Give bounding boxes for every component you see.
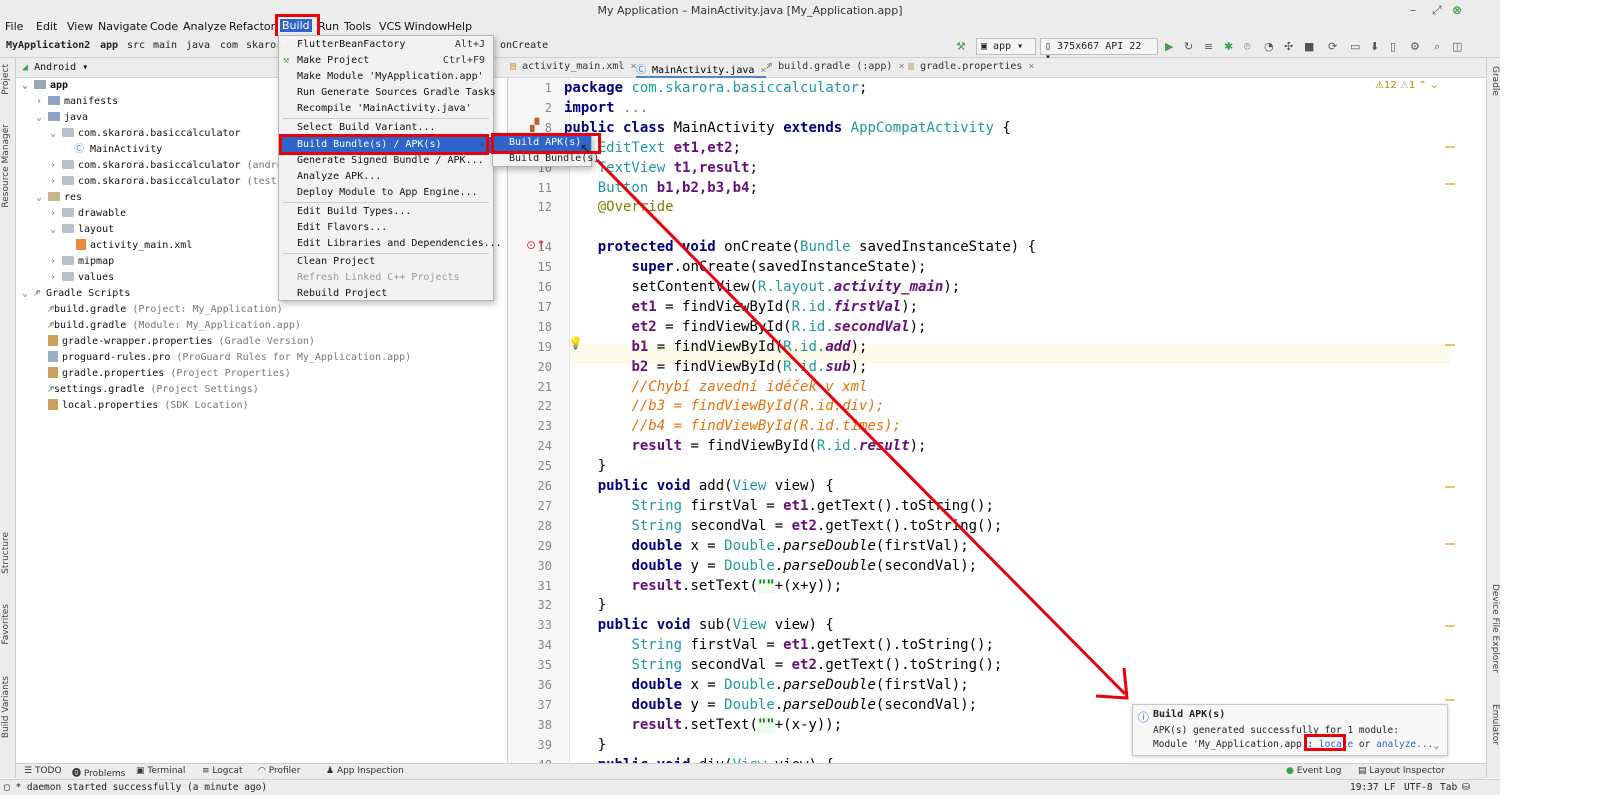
background-bottom xyxy=(0,795,1500,812)
tool-tab-todo[interactable]: ☰ TODO xyxy=(24,766,62,776)
indent-setting[interactable]: Tab xyxy=(1440,782,1457,793)
background-right xyxy=(1500,0,1600,812)
bottom-tool-tabs: ☰ TODO ⓿ Problems ▣ Terminal ≡ Logcat ◠ … xyxy=(16,763,1486,779)
tool-tab-logcat[interactable]: ≡ Logcat xyxy=(202,766,242,776)
tool-tab-profiler[interactable]: ◠ Profiler xyxy=(258,766,300,776)
lock-icon[interactable]: ⛁ xyxy=(1462,782,1470,793)
caret-position[interactable]: 19:37 xyxy=(1350,782,1379,793)
status-bar: ▢ * daemon started successfully (a minut… xyxy=(0,779,1500,795)
annotation-arrow-head xyxy=(1095,667,1129,700)
expand-icon[interactable]: ⌄ xyxy=(1432,739,1441,752)
info-icon: ⓘ xyxy=(1138,711,1149,724)
annotation-arrow xyxy=(595,158,1129,700)
analyze-link[interactable]: analyze... xyxy=(1376,739,1433,750)
tool-tab-event-log[interactable]: ● Event Log xyxy=(1286,766,1341,776)
event-log-icon: ● xyxy=(1286,766,1294,776)
status-message: ▢ * daemon started successfully (a minut… xyxy=(4,782,268,793)
tool-tab-layout-inspector[interactable]: ▤ Layout Inspector xyxy=(1358,766,1445,776)
notification-message: APK(s) generated successfully for 1 modu… xyxy=(1153,725,1399,736)
tool-tab-terminal[interactable]: ▣ Terminal xyxy=(136,766,185,776)
highlight-locate-link xyxy=(1304,734,1346,751)
file-encoding[interactable]: UTF-8 xyxy=(1404,782,1433,793)
build-notification: ⓘ Build APK(s) APK(s) generated successf… xyxy=(1132,704,1448,756)
notification-title: Build APK(s) xyxy=(1153,709,1226,720)
tool-tab-app-inspection[interactable]: ♟ App Inspection xyxy=(326,766,404,776)
tool-tab-problems[interactable]: ⓿ Problems xyxy=(72,766,125,779)
line-separator[interactable]: LF xyxy=(1384,782,1395,793)
annotation-arrow-line xyxy=(595,158,1127,696)
notification-module-line: Module 'My_Application.app': locate or a… xyxy=(1153,739,1434,750)
